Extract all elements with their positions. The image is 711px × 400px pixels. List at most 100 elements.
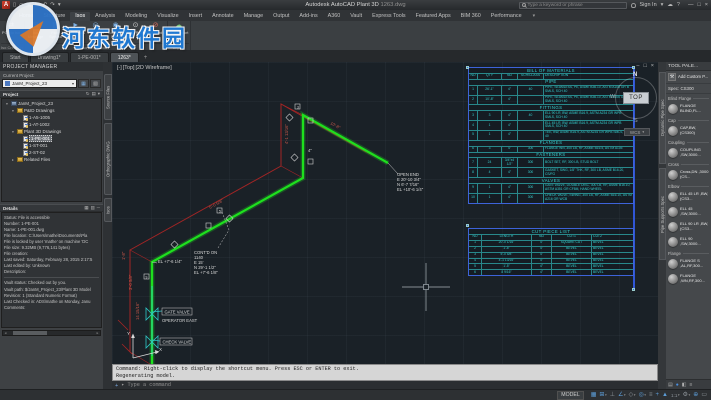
tree-item-1-a5-1005[interactable]: 1-A5-1005: [2, 114, 101, 121]
file-tab-1263[interactable]: 1263*: [110, 52, 139, 62]
palette-item-ell-90-sw-3000[interactable]: ELL 90 ,SW,3000...: [666, 234, 711, 249]
flow-arrow-button[interactable]: ► Flow Arrow: [66, 21, 86, 35]
viewport-controls[interactable]: [-][Top][2D Wireframe]: [117, 65, 173, 71]
current-project-select[interactable]: JanM_Project_23 ▾: [2, 79, 77, 88]
add-custom-part-button[interactable]: ⚒ Add Custom P...: [666, 71, 711, 84]
new-drawing-tab-button[interactable]: +: [140, 54, 152, 62]
grip-point[interactable]: [466, 66, 469, 69]
scroll-left-icon[interactable]: ◂: [3, 331, 8, 335]
scroll-right-icon[interactable]: ▸: [95, 331, 100, 335]
plot-icon[interactable]: ▤: [34, 1, 39, 9]
doc-close-icon[interactable]: ×: [651, 63, 654, 69]
blue-dot-icon[interactable]: ●: [676, 382, 679, 388]
doc-restore-icon[interactable]: □: [643, 63, 646, 69]
pcf-to-iso-button[interactable]: ⇄ PCF to Iso: [1, 21, 21, 35]
ribbon-tab-annotate[interactable]: Annotate: [207, 12, 239, 21]
ribbon-tab-a360[interactable]: A360: [323, 12, 346, 21]
ucs-icon[interactable]: Y X: [127, 331, 162, 358]
tree-item-plant-3d-drawings[interactable]: ▾ Plant 3D Drawings: [2, 128, 101, 135]
signin-button[interactable]: Sign In: [640, 2, 657, 8]
grid-icon[interactable]: ▦: [591, 391, 597, 400]
ribbon-tab-isos[interactable]: Isos: [70, 12, 90, 21]
save-icon[interactable]: ▣: [26, 1, 31, 9]
osnap-icon[interactable]: ◎▾: [638, 391, 646, 400]
isodraft-icon[interactable]: ◇▾: [629, 391, 636, 400]
tree-options-icon[interactable]: ▤: [91, 91, 95, 97]
project-views-button[interactable]: ▧: [90, 79, 101, 88]
iso-message-button[interactable]: ✉ Iso Message: [26, 21, 46, 39]
palette-tab-pipe-supports-spec[interactable]: Pipe Supports Spec: [659, 168, 666, 260]
annotation-monitor-icon[interactable]: ⊕: [693, 391, 698, 400]
command-customize-icon[interactable]: +: [115, 382, 118, 389]
file-tab-drawing1[interactable]: Drawing1*: [30, 52, 69, 62]
pcf-export-button[interactable]: ☁ PCF Export: [169, 21, 189, 35]
insulation-symbol-button[interactable]: ◎ Insulation Symbol: [86, 21, 106, 39]
viewcube[interactable]: N S W E TOP: [612, 74, 658, 122]
floor-symbol-button[interactable]: ▨ Floor Symbol: [46, 21, 66, 39]
ribbon-tab-output[interactable]: Output: [268, 12, 294, 21]
tree-item-1-st-001[interactable]: 1-ST-001: [2, 142, 101, 149]
grip-point[interactable]: [466, 224, 469, 227]
open-file-icon[interactable]: ▱: [19, 1, 23, 9]
project-tools-button[interactable]: ▦: [78, 79, 89, 88]
lineweight-icon[interactable]: ≡: [649, 391, 653, 400]
tree-expander-icon[interactable]: ▾: [11, 129, 15, 134]
palette-item-ell-90-lr-bw-cs3[interactable]: ELL 90 LR ,BW, (CS3...: [666, 219, 711, 234]
menu-icon[interactable]: ≡: [690, 382, 693, 388]
details-horizontal-scrollbar[interactable]: ◂ ▸: [2, 330, 101, 336]
tree-item-janm-project-23[interactable]: ▾ JanM_Project_23: [2, 100, 101, 107]
ortho-icon[interactable]: ⊥: [610, 391, 615, 400]
viewcube-south[interactable]: S: [634, 118, 638, 124]
tree-item-2-st-02[interactable]: 2-ST-02: [2, 149, 101, 156]
viewcube-west[interactable]: W: [610, 94, 615, 100]
command-input[interactable]: + ▸ Type a command: [112, 381, 658, 389]
help-icon[interactable]: ?: [677, 1, 680, 9]
ribbon-tab-add-ins[interactable]: Add-ins: [294, 12, 322, 21]
redo-icon[interactable]: ↷: [50, 1, 55, 9]
ribbon-tab-bim-360[interactable]: BIM 360: [456, 12, 486, 21]
cloud-icon[interactable]: ☁: [667, 1, 673, 9]
palette-group-icon[interactable]: ◧: [682, 382, 687, 388]
viewport-view-control[interactable]: [Top]: [123, 65, 135, 71]
dynamic-input-icon[interactable]: +: [656, 391, 660, 400]
cut-piece-list-table[interactable]: CUT PIECE LISTNOLENGTHNDCUT1CUT2120'-0 1…: [468, 228, 634, 276]
details-list-icon[interactable]: ▥: [91, 205, 95, 211]
search-input[interactable]: Type a keyword or phrase: [519, 2, 627, 9]
ribbon-tab-featured-apps[interactable]: Featured Apps: [411, 12, 456, 21]
palette-item-ell-45-sw-3000[interactable]: ELL 45 ,SW,3000...: [666, 204, 711, 219]
tree-expander-icon[interactable]: ▸: [11, 157, 15, 162]
annotation-visibility-icon[interactable]: ▲: [662, 391, 668, 400]
file-tab-start[interactable]: Start: [2, 52, 29, 62]
minimize-button[interactable]: —: [688, 2, 694, 8]
panel-tab-orthographic-dwg[interactable]: Orthographic DWG: [104, 123, 112, 195]
tree-item-related-files[interactable]: ▸ Related Files: [2, 156, 101, 163]
grip-point[interactable]: [632, 66, 635, 69]
close-button[interactable]: ×: [705, 2, 708, 8]
drawing-canvas[interactable]: 3 5 9 GATE VALVE OPERATOR EAST CHECK VAL…: [112, 62, 658, 364]
viewcube-top-face[interactable]: TOP: [623, 92, 649, 104]
tree-expander-icon[interactable]: ▾: [5, 101, 9, 106]
panel-tab-isos[interactable]: Isos: [104, 198, 112, 222]
palette-item-flange-blind-fl[interactable]: FLANGE BLIND,FL...: [666, 101, 711, 116]
palette-item-cross-dn-3000-cs[interactable]: Cross,DN ,3000 (CS...: [666, 167, 711, 182]
new-file-icon[interactable]: ▯: [13, 1, 16, 9]
polar-icon[interactable]: ∠▾: [618, 391, 626, 400]
start-point-button[interactable]: ⊙ Start Point: [126, 21, 146, 35]
viewport-visual-style-control[interactable]: [2D Wireframe]: [135, 65, 171, 71]
wcs-menu[interactable]: WCS▾: [624, 128, 650, 136]
ribbon-tab-manage[interactable]: Manage: [239, 12, 268, 21]
tree-item-1-at-1002[interactable]: 1-AT-1002: [2, 121, 101, 128]
details-view-icon[interactable]: ▦: [84, 205, 88, 211]
doc-minimize-icon[interactable]: ‒: [636, 63, 639, 69]
ribbon-tab-express-tools[interactable]: Express Tools: [367, 12, 410, 21]
snap-icon[interactable]: ⊞▾: [599, 391, 606, 400]
tree-item-1-pe-001[interactable]: 1-PE-001: [2, 135, 101, 142]
properties-icon[interactable]: ▤: [668, 382, 673, 388]
clean-screen-icon[interactable]: ▭: [701, 391, 707, 400]
ribbon-tab-structure[interactable]: Structure: [38, 12, 70, 21]
tool-palettes-title[interactable]: TOOL PALE...: [666, 62, 711, 71]
palette-item-flange-wn-rf-300[interactable]: FLANGE ,WN,RF,300...: [666, 271, 711, 286]
annotation-scale-icon[interactable]: 1:1▾: [671, 391, 680, 400]
location-point-button[interactable]: ◉ Location Point: [106, 21, 126, 39]
undo-icon[interactable]: ↶: [43, 1, 48, 9]
